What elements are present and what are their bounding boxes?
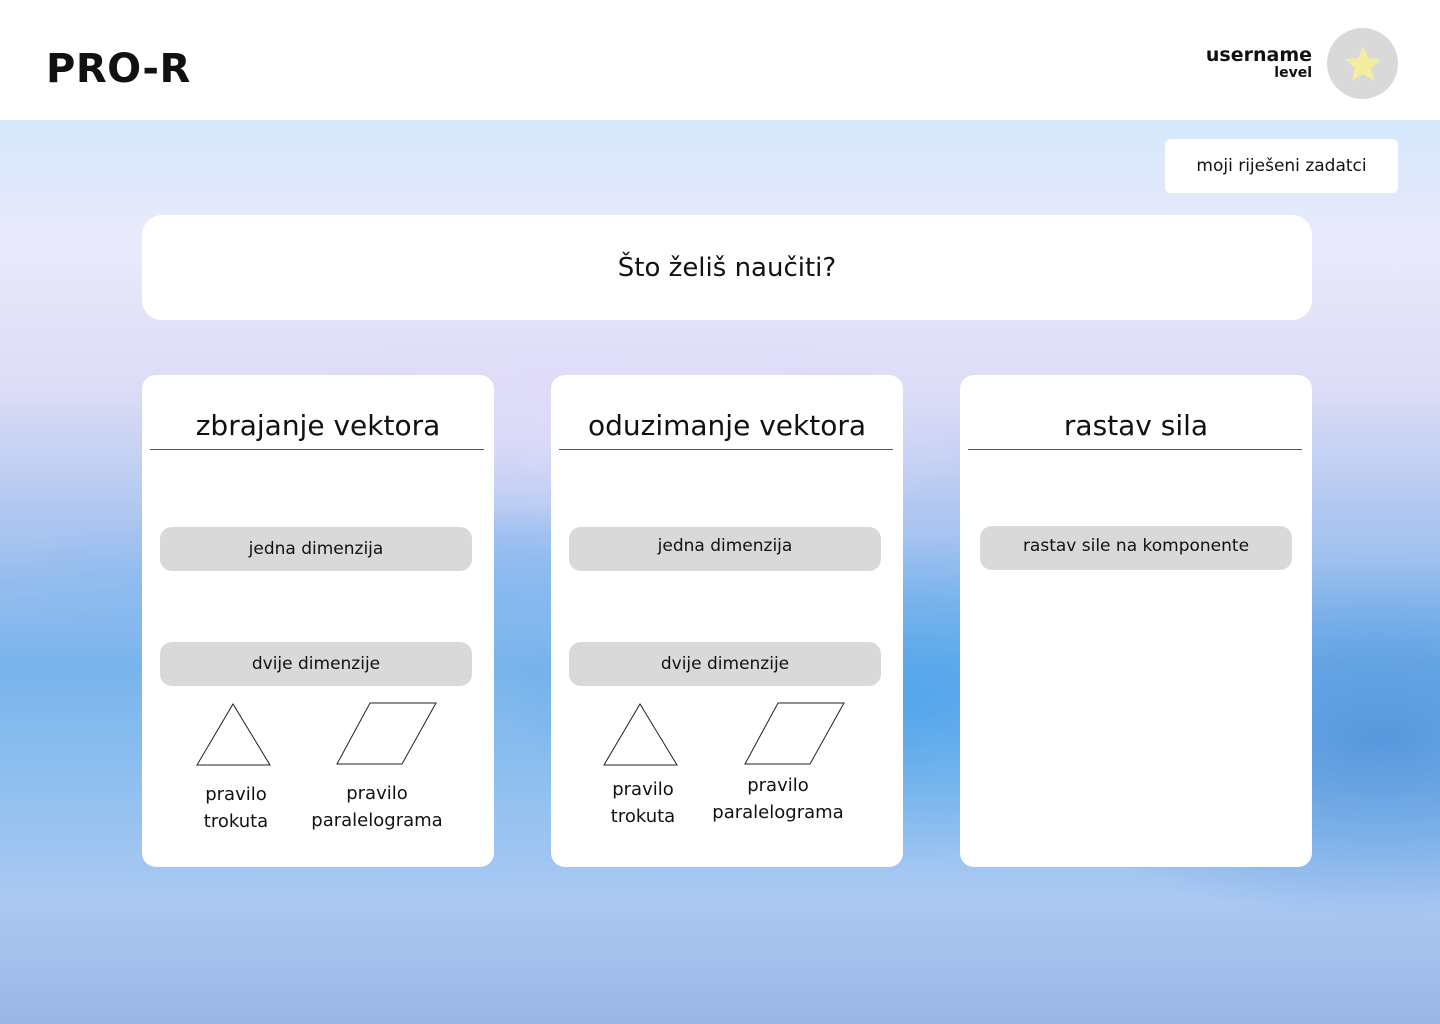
triangle-icon[interactable] <box>196 703 272 767</box>
triangle-rule-label[interactable]: pravilo trokuta <box>186 781 286 835</box>
avatar[interactable] <box>1327 28 1398 99</box>
card-divider <box>968 449 1302 450</box>
option-force-components[interactable]: rastav sile na komponente <box>980 526 1292 570</box>
parallelogram-rule-label[interactable]: pravilo paralelograma <box>302 780 452 834</box>
parallelogram-rule-label[interactable]: pravilo paralelograma <box>703 772 853 826</box>
user-info[interactable]: username level <box>1206 44 1312 80</box>
my-solved-tasks-button[interactable]: moji riješeni zadatci <box>1165 139 1398 193</box>
user-level-label: level <box>1274 65 1312 81</box>
top-bar: PRO-R username level <box>0 0 1440 120</box>
parallelogram-icon[interactable] <box>336 702 438 766</box>
topic-card-force-decomposition: rastav sila rastav sile na komponente <box>960 375 1312 867</box>
search-bar[interactable]: Što želiš naučiti? <box>142 215 1312 320</box>
card-title: oduzimanje vektora <box>587 409 866 442</box>
option-two-dimensions[interactable]: dvije dimenzije <box>569 642 881 686</box>
option-one-dimension[interactable]: jedna dimenzija <box>160 527 472 571</box>
option-one-dimension[interactable]: jedna dimenzija <box>569 527 881 571</box>
search-placeholder: Što želiš naučiti? <box>617 252 837 283</box>
card-divider <box>559 449 893 450</box>
topic-card-vector-addition: zbrajanje vektora jedna dimenzija dvije … <box>142 375 494 867</box>
username-label: username <box>1205 44 1312 66</box>
star-icon <box>1344 45 1381 81</box>
brand-logo[interactable]: PRO-R <box>46 46 191 92</box>
topic-card-vector-subtraction: oduzimanje vektora jedna dimenzija dvije… <box>551 375 903 867</box>
parallelogram-icon[interactable] <box>744 702 846 766</box>
card-title: rastav sila <box>1063 409 1209 442</box>
card-divider <box>150 449 484 450</box>
triangle-rule-label[interactable]: pravilo trokuta <box>593 776 693 830</box>
card-title: zbrajanje vektora <box>195 409 441 442</box>
triangle-icon[interactable] <box>603 703 679 767</box>
option-two-dimensions[interactable]: dvije dimenzije <box>160 642 472 686</box>
